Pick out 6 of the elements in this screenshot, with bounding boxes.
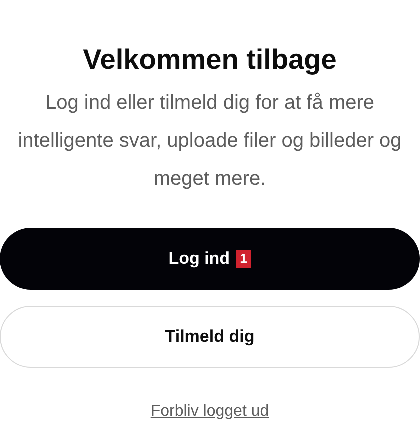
stay-logged-out-link[interactable]: Forbliv logget ud — [150, 400, 270, 424]
signup-button[interactable]: Tilmeld dig — [0, 306, 420, 368]
number-badge: 1 — [236, 250, 252, 268]
heading: Velkommen tilbage — [83, 43, 337, 77]
login-button[interactable]: Log ind 1 — [0, 228, 420, 290]
description: Log ind eller tilmeld dig for at få mere intelligente svar, uploade filer og billeder og meget mere. — [17, 91, 403, 192]
